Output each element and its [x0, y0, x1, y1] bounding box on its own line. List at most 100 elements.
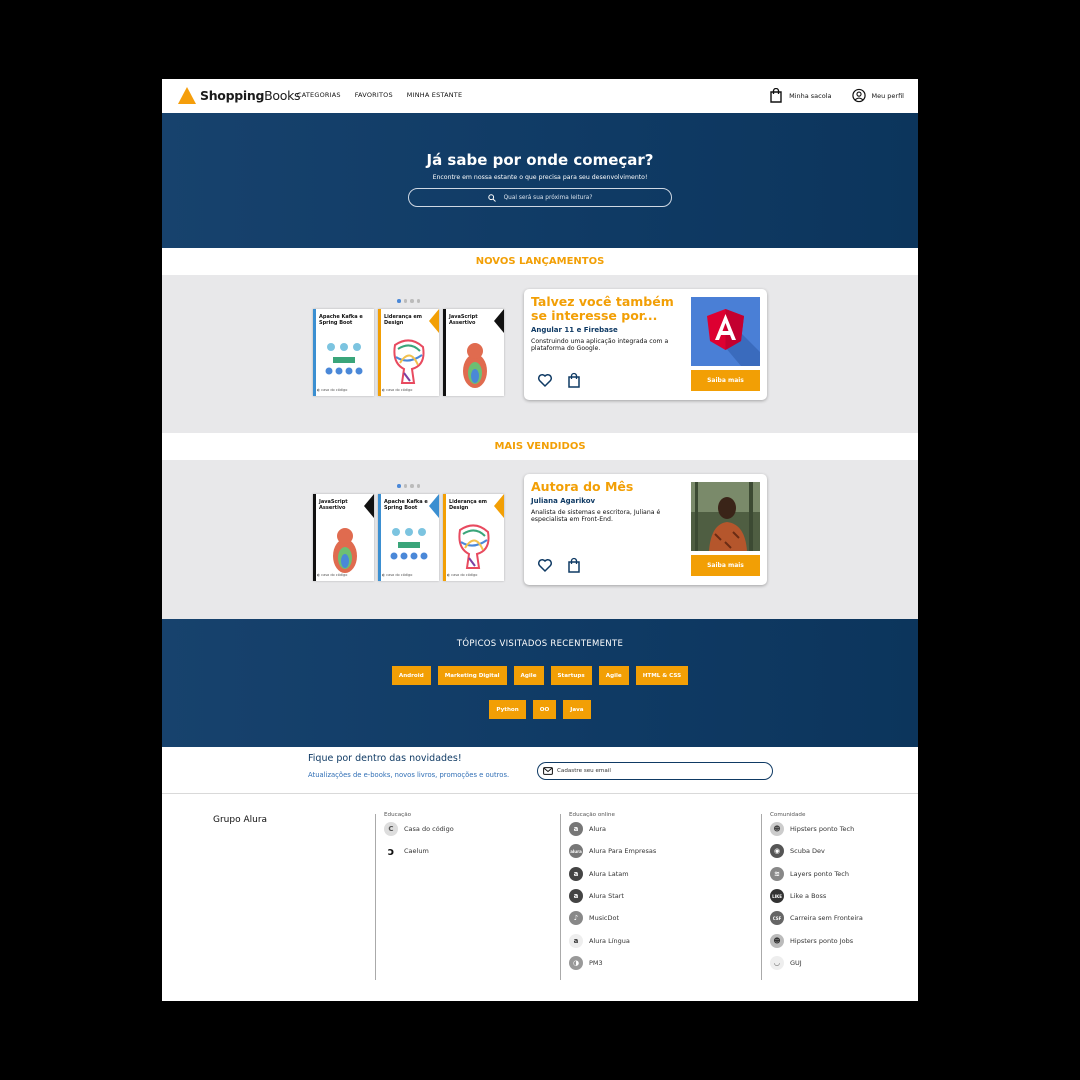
- author-card: Autora do Mês Juliana Agarikov Analista …: [524, 474, 767, 585]
- nav-minha-estante[interactable]: MINHA ESTANTE: [407, 91, 462, 99]
- newsletter-text: Atualizações de e-books, novos livros, p…: [308, 771, 510, 779]
- book-cover[interactable]: Apache Kafka e Spring Boot ◐ casa do cód…: [378, 494, 439, 581]
- footer-link-label: Hipsters ponto Tech: [790, 825, 855, 834]
- header: ShoppingBooks CATEGORIAS FAVORITOS MINHA…: [162, 79, 918, 113]
- footer-link[interactable]: ♪ MusicDot: [569, 907, 656, 929]
- guj-icon: ◡: [770, 955, 784, 970]
- section-title-new-releases: NOVOS LANÇAMENTOS: [162, 248, 918, 275]
- book-title: Apache Kafka e Spring Boot: [319, 314, 363, 326]
- topics-title: TÓPICOS VISITADOS RECENTEMENTE: [456, 639, 624, 649]
- topic-tag[interactable]: Agile: [598, 666, 629, 685]
- footer-link[interactable]: ◡ GUJ: [770, 952, 863, 974]
- footer-link-label: Alura Língua: [589, 936, 630, 945]
- book-cover[interactable]: Liderança em Design ◐ casa do código: [443, 494, 504, 581]
- recent-topics-section: TÓPICOS VISITADOS RECENTEMENTE Android M…: [162, 619, 918, 747]
- hipsters-tech-icon: ☻: [770, 822, 784, 837]
- author-photo: [691, 482, 760, 551]
- shopping-bag-icon[interactable]: [769, 88, 783, 103]
- footer-link[interactable]: ɔ Caelum: [384, 840, 454, 862]
- topic-tag[interactable]: OO: [532, 700, 557, 719]
- carreira-sem-fronteira-icon: CSF: [770, 911, 784, 926]
- best-sellers-band: JavaScript Assertivo ◐ casa do código Ap…: [162, 460, 918, 619]
- footer-link-label: MusicDot: [589, 914, 620, 923]
- footer-link-label: Caelum: [404, 847, 429, 856]
- card-heading: Autora do Mês: [531, 479, 634, 494]
- footer-link-label: Alura Latam: [589, 869, 629, 878]
- topics-row-1: Android Marketing Digital Agile Startups…: [162, 666, 918, 685]
- card-description: Analista de sistemas e escritora, Julian…: [531, 509, 661, 523]
- topic-tag[interactable]: Android: [391, 666, 431, 685]
- publisher-logo: ◐ casa do código: [382, 573, 413, 577]
- footer-link-label: Carreira sem Fronteira: [790, 914, 863, 923]
- book-cover[interactable]: JavaScript Assertivo ◐ casa do código: [313, 494, 374, 581]
- carousel-dots[interactable]: [397, 299, 420, 303]
- footer-link[interactable]: LIKE Like a Boss: [770, 885, 863, 907]
- publisher-logo: ◐ casa do código: [382, 388, 413, 392]
- footer-link[interactable]: ☻ Hipsters ponto Tech: [770, 818, 863, 840]
- footer-link-label: Scuba Dev: [790, 847, 825, 856]
- learn-more-button[interactable]: Saiba mais: [691, 370, 760, 391]
- heart-icon[interactable]: [537, 557, 553, 573]
- bag-label[interactable]: Minha sacola: [789, 92, 831, 100]
- topic-tag[interactable]: Agile: [513, 666, 544, 685]
- angular-logo-image: [691, 297, 760, 366]
- topic-tag[interactable]: Python: [489, 700, 526, 719]
- publisher-logo: ◐ casa do código: [447, 573, 478, 577]
- book-illustration: [333, 528, 357, 573]
- musicdot-icon: ♪: [569, 911, 583, 926]
- topic-tag[interactable]: Marketing Digital: [437, 666, 507, 685]
- alura-lingua-icon: a: [569, 933, 583, 948]
- profile-label[interactable]: Meu perfil: [872, 92, 905, 100]
- footer-link[interactable]: ◉ Scuba Dev: [770, 840, 863, 862]
- book-title: Liderança em Design: [449, 499, 487, 511]
- learn-more-button[interactable]: Saiba mais: [691, 555, 760, 576]
- alura-latam-icon: a: [569, 866, 583, 881]
- book-title: JavaScript Assertivo: [319, 499, 348, 511]
- footer-link-label: Alura Para Empresas: [589, 847, 657, 856]
- new-releases-band: Apache Kafka e Spring Boot ◐ casa do cód…: [162, 275, 918, 433]
- footer-link[interactable]: C Casa do código: [384, 818, 454, 840]
- book-cover[interactable]: JavaScript Assertivo: [443, 309, 504, 396]
- logo[interactable]: ShoppingBooks: [178, 87, 301, 104]
- book-cover[interactable]: Liderança em Design ◐ casa do código: [378, 309, 439, 396]
- author-name: Juliana Agarikov: [531, 497, 596, 505]
- book-cover[interactable]: Apache Kafka e Spring Boot ◐ casa do cód…: [313, 309, 374, 396]
- alura-icon: a: [569, 822, 583, 837]
- footer-link-label: Alura Start: [589, 892, 624, 901]
- footer-column-educacao: Educação C Casa do código ɔ Caelum: [375, 812, 454, 980]
- search-input[interactable]: Qual será sua próxima leitura?: [408, 188, 672, 207]
- main-nav: CATEGORIAS FAVORITOS MINHA ESTANTE: [297, 91, 462, 99]
- footer-link[interactable]: a Alura Língua: [569, 929, 656, 951]
- topics-row-2: Python OO Java: [162, 700, 918, 719]
- footer-link[interactable]: ◑ PM3: [569, 952, 656, 974]
- heart-icon[interactable]: [537, 372, 553, 388]
- footer-link[interactable]: CSF Carreira sem Fronteira: [770, 907, 863, 929]
- card-book-title: Angular 11 e Firebase: [531, 326, 618, 334]
- footer-link-label: Like a Boss: [790, 892, 827, 901]
- topic-tag[interactable]: Startups: [550, 666, 592, 685]
- user-profile-icon[interactable]: [851, 88, 866, 103]
- footer-link[interactable]: a Alura Latam: [569, 863, 656, 885]
- logo-icon: [178, 87, 196, 104]
- search-placeholder: Qual será sua próxima leitura?: [503, 194, 593, 201]
- carousel-dots[interactable]: [397, 484, 420, 488]
- footer-link[interactable]: ☻ Hipsters ponto Jobs: [770, 929, 863, 951]
- footer-link[interactable]: a Alura Start: [569, 885, 656, 907]
- topic-tag[interactable]: Java: [563, 700, 591, 719]
- book-title: Liderança em Design: [384, 314, 422, 326]
- shopping-bag-icon[interactable]: [566, 372, 582, 388]
- nav-favoritos[interactable]: FAVORITOS: [355, 91, 393, 99]
- page: ShoppingBooks CATEGORIAS FAVORITOS MINHA…: [162, 79, 918, 1001]
- book-title: Apache Kafka e Spring Boot: [384, 499, 428, 511]
- nav-categorias[interactable]: CATEGORIAS: [297, 91, 341, 99]
- email-field[interactable]: Cadastre seu email: [537, 762, 773, 780]
- topic-tag[interactable]: HTML & CSS: [635, 666, 689, 685]
- book-illustration: [463, 343, 487, 388]
- mail-icon: [543, 767, 553, 775]
- layers-tech-icon: ≋: [770, 866, 784, 881]
- newsletter-section: Fique por dentro das novidades! Atualiza…: [162, 747, 918, 794]
- footer-link[interactable]: ≋ Layers ponto Tech: [770, 863, 863, 885]
- footer-link[interactable]: a Alura: [569, 818, 656, 840]
- footer-link[interactable]: alura Alura Para Empresas: [569, 840, 656, 862]
- shopping-bag-icon[interactable]: [566, 557, 582, 573]
